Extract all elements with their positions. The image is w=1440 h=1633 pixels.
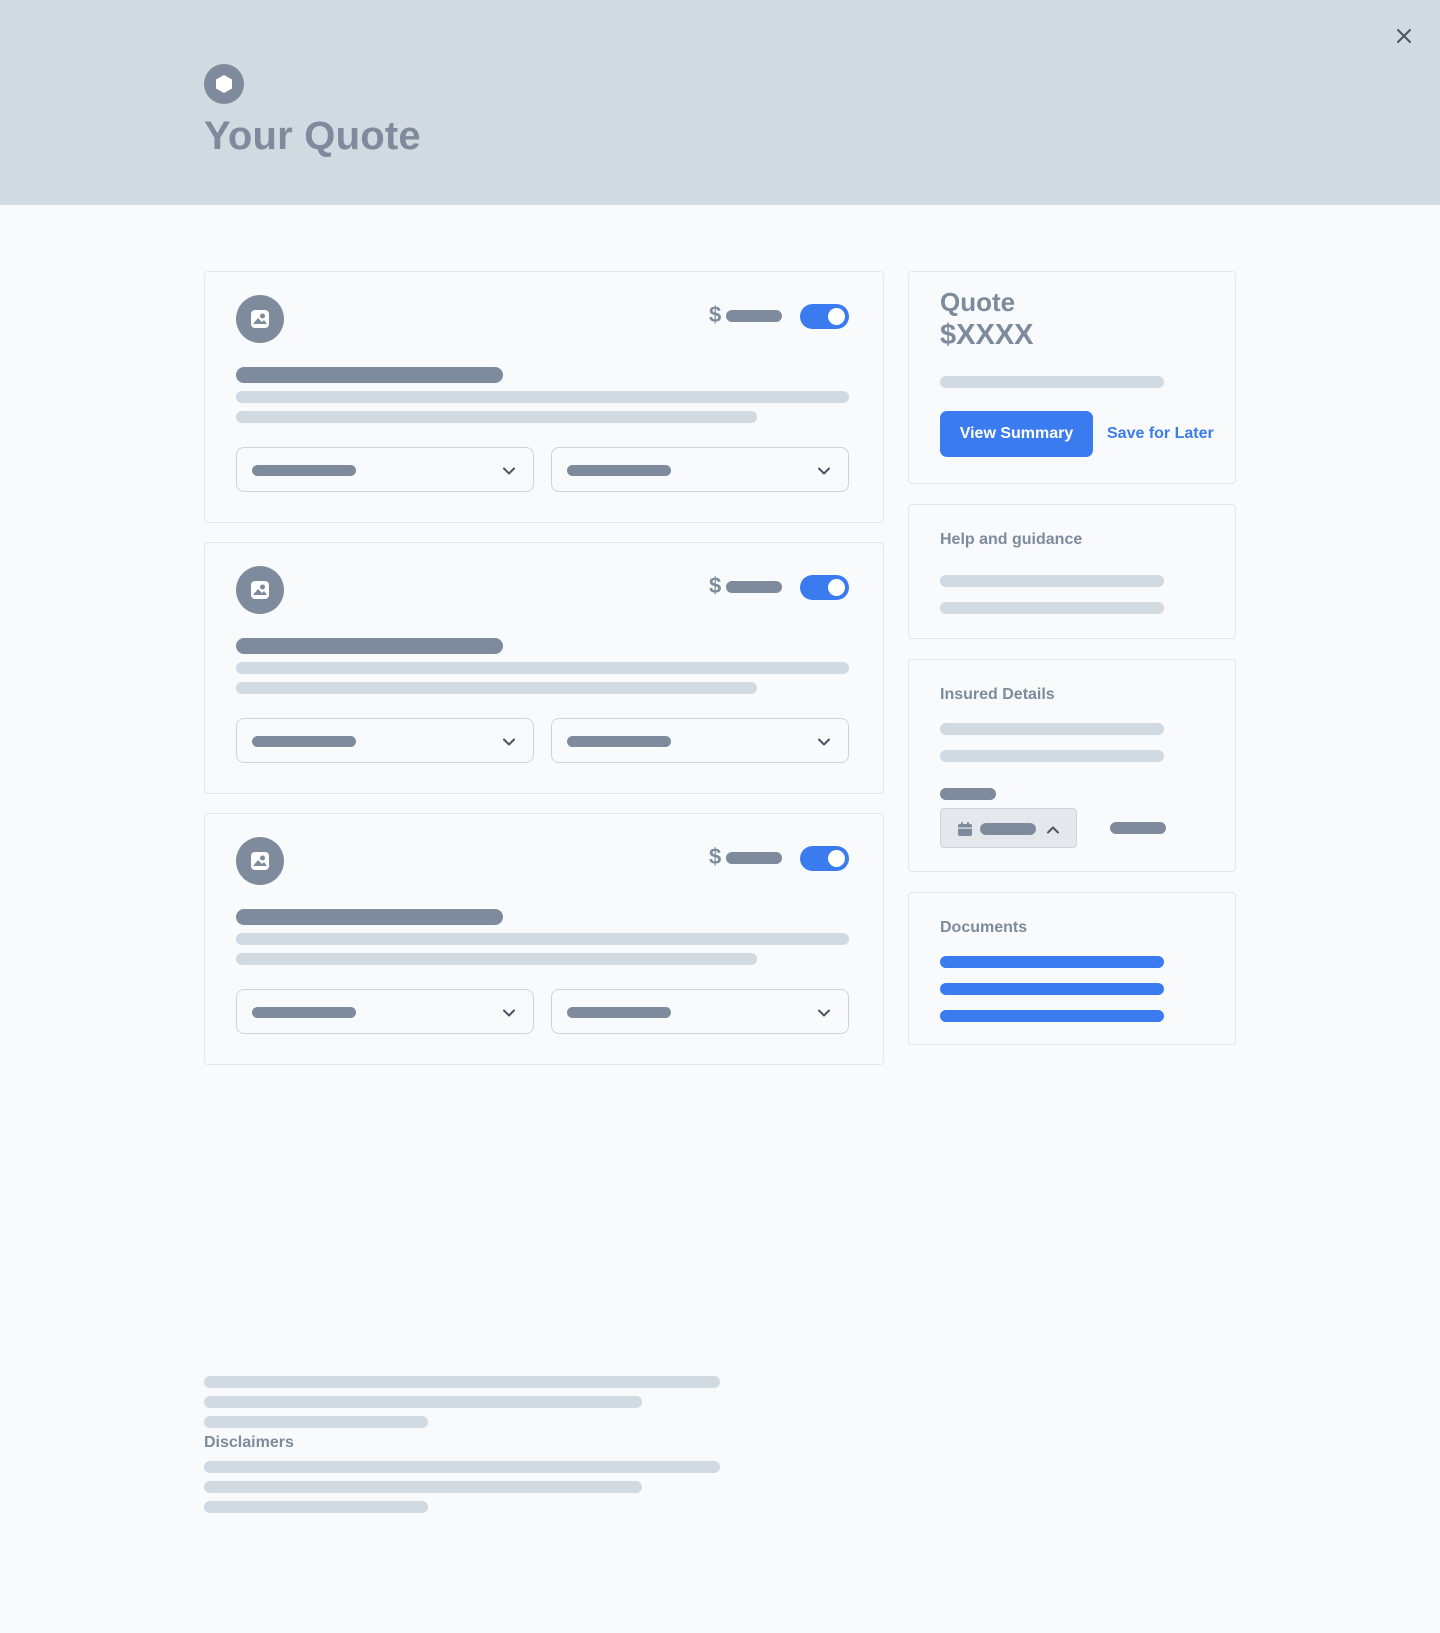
date-value	[980, 823, 1036, 835]
select-value	[252, 465, 356, 476]
chevron-up-icon	[1047, 826, 1059, 834]
documents-panel: Documents	[908, 892, 1236, 1045]
price-value	[726, 852, 782, 864]
date-picker[interactable]	[940, 808, 1077, 848]
coverage-description-line	[236, 682, 757, 694]
insured-value	[1110, 822, 1166, 834]
documents-title: Documents	[940, 919, 1028, 936]
select-value	[567, 465, 671, 476]
coverage-description-line	[236, 933, 849, 945]
coverage-description-line	[236, 953, 757, 965]
coverage-card: $	[204, 542, 884, 794]
disclaimers-heading: Disclaimers	[204, 1434, 294, 1451]
coverage-toggle[interactable]	[800, 846, 849, 871]
coverage-toggle[interactable]	[800, 575, 849, 600]
footer-text-line	[204, 1416, 428, 1428]
chevron-down-icon	[503, 738, 515, 746]
footer-text-line	[204, 1376, 720, 1388]
close-icon[interactable]	[1392, 24, 1416, 48]
disclaimer-text-line	[204, 1501, 428, 1513]
select-value	[252, 1007, 356, 1018]
footer-text-line	[204, 1396, 642, 1408]
coverage-description-line	[236, 411, 757, 423]
coverage-title	[236, 367, 503, 383]
image-icon	[236, 566, 284, 614]
disclaimer-text-line	[204, 1461, 720, 1473]
calendar-icon	[958, 822, 972, 836]
quote-amount: $XXXX	[940, 319, 1034, 351]
page-header: Your Quote	[0, 0, 1440, 205]
image-icon	[236, 295, 284, 343]
coverage-option-select[interactable]	[236, 447, 534, 492]
coverage-description-line	[236, 391, 849, 403]
select-value	[252, 736, 356, 747]
price-currency: $	[709, 573, 722, 598]
coverage-option-select[interactable]	[551, 447, 849, 492]
coverage-option-select[interactable]	[551, 718, 849, 763]
coverage-toggle[interactable]	[800, 304, 849, 329]
disclaimer-text-line	[204, 1481, 642, 1493]
insured-line	[940, 723, 1164, 735]
save-for-later-link[interactable]: Save for Later	[1107, 411, 1214, 457]
coverage-card: $	[204, 813, 884, 1065]
page-title: Your Quote	[204, 114, 421, 158]
coverage-option-select[interactable]	[551, 989, 849, 1034]
document-link[interactable]	[940, 983, 1164, 995]
price-currency: $	[709, 302, 722, 327]
chevron-down-icon	[503, 467, 515, 475]
help-title: Help and guidance	[940, 531, 1083, 548]
image-icon	[236, 837, 284, 885]
price-value	[726, 310, 782, 322]
coverage-option-select[interactable]	[236, 718, 534, 763]
price-value	[726, 581, 782, 593]
coverage-option-select[interactable]	[236, 989, 534, 1034]
insured-line	[940, 750, 1164, 762]
help-line	[940, 575, 1164, 587]
coverage-card: $	[204, 271, 884, 523]
document-link[interactable]	[940, 1010, 1164, 1022]
hexagon-icon	[204, 64, 244, 104]
chevron-down-icon	[818, 738, 830, 746]
quote-label: Quote	[940, 287, 1016, 317]
quote-detail-line	[940, 376, 1164, 388]
coverage-title	[236, 638, 503, 654]
chevron-down-icon	[818, 467, 830, 475]
date-label	[940, 788, 996, 800]
coverage-title	[236, 909, 503, 925]
help-panel: Help and guidance	[908, 504, 1236, 639]
select-value	[567, 736, 671, 747]
chevron-down-icon	[818, 1009, 830, 1017]
document-link[interactable]	[940, 956, 1164, 968]
help-line	[940, 602, 1164, 614]
view-summary-button[interactable]: View Summary	[940, 411, 1093, 457]
coverage-description-line	[236, 662, 849, 674]
select-value	[567, 1007, 671, 1018]
chevron-down-icon	[503, 1009, 515, 1017]
insured-title: Insured Details	[940, 686, 1055, 703]
quote-panel: Quote $XXXX View Summary Save for Later	[908, 271, 1236, 484]
price-currency: $	[709, 844, 722, 869]
insured-details-panel: Insured Details	[908, 659, 1236, 872]
